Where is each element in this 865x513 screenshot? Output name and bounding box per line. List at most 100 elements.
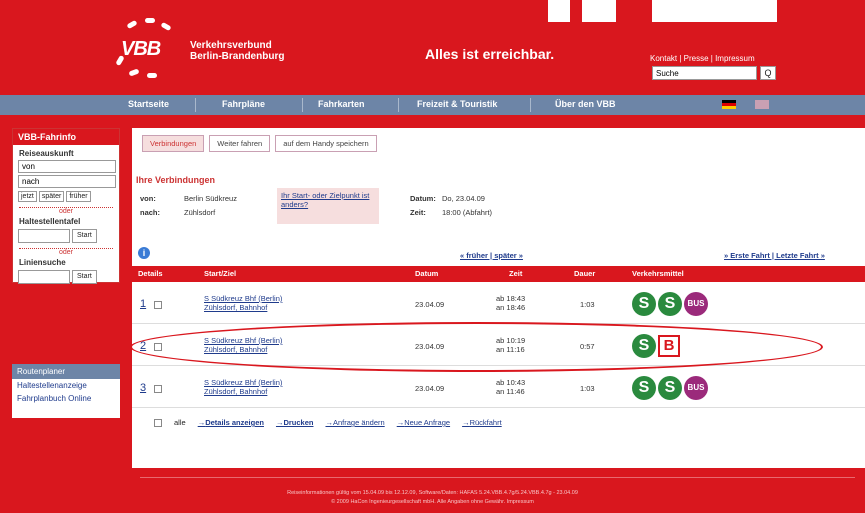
transport-icons: S S BUS bbox=[632, 376, 708, 400]
logo-dot bbox=[145, 18, 155, 23]
header-verkehrsmittel: Verkehrsmittel bbox=[632, 269, 684, 278]
change-request-link[interactable]: →Anfrage ändern bbox=[325, 418, 384, 427]
nav-ueber-vbb[interactable]: Über den VBB bbox=[555, 99, 616, 109]
select-all-label: alle bbox=[174, 418, 186, 427]
org-line1: Verkehrsverbund bbox=[190, 40, 272, 51]
earlier-later-links[interactable]: « früher | später » bbox=[460, 251, 523, 260]
return-trip-label[interactable]: Rückfahrt bbox=[470, 418, 502, 427]
row-departure: ab 10:43 bbox=[496, 378, 526, 387]
fahrinfo-sidebar: VBB-Fahrinfo Reiseauskunft jetzt später … bbox=[12, 128, 120, 284]
date-value: Do, 23.04.09 bbox=[442, 194, 485, 203]
connections-title: Ihre Verbindungen bbox=[136, 175, 216, 185]
result-actions: alle →Details anzeigen →Drucken →Anfrage… bbox=[154, 418, 502, 427]
row-checkbox[interactable] bbox=[154, 301, 162, 309]
nav-fahrplaene[interactable]: Fahrpläne bbox=[222, 99, 265, 109]
line-start-button[interactable]: Start bbox=[72, 270, 97, 284]
header-start-ziel: Start/Ziel bbox=[204, 269, 237, 278]
liniensuche-label: Liniensuche bbox=[19, 258, 66, 267]
bus-icon: BUS bbox=[684, 376, 708, 400]
station-input[interactable] bbox=[18, 229, 70, 243]
header-decor bbox=[548, 0, 570, 22]
from-input[interactable] bbox=[18, 160, 116, 173]
footer-copyright[interactable]: © 2009 HaCon Ingenieurgesellschaft mbH. … bbox=[0, 499, 865, 505]
tab-handy[interactable]: auf dem Handy speichern bbox=[275, 135, 377, 152]
to-value: Zühlsdorf bbox=[184, 208, 216, 217]
row-destination[interactable]: Zühlsdorf, Bahnhof bbox=[204, 303, 282, 312]
nav-fahrkarten[interactable]: Fahrkarten bbox=[318, 99, 365, 109]
now-button[interactable]: jetzt bbox=[18, 191, 37, 202]
org-line2: Berlin-Brandenburg bbox=[190, 51, 285, 62]
to-label: nach: bbox=[140, 208, 161, 217]
nav-startseite[interactable]: Startseite bbox=[128, 99, 169, 109]
new-request-label[interactable]: Neue Anfrage bbox=[404, 418, 450, 427]
nav-freizeit[interactable]: Freizeit & Touristik bbox=[417, 99, 497, 109]
from-label: von: bbox=[140, 194, 156, 203]
tab-weiter-fahren[interactable]: Weiter fahren bbox=[209, 135, 271, 152]
station-start-button[interactable]: Start bbox=[72, 229, 97, 243]
results-panel: Verbindungen Weiter fahren auf dem Handy… bbox=[132, 128, 865, 468]
nav-separator bbox=[398, 98, 399, 112]
row-date: 23.04.09 bbox=[415, 300, 445, 309]
tab-verbindungen[interactable]: Verbindungen bbox=[142, 135, 205, 152]
search-input[interactable] bbox=[652, 66, 757, 80]
row-time: ab 10:43 an 11:46 bbox=[496, 378, 525, 396]
haltestellenanzeige-link[interactable]: Haltestellenanzeige bbox=[12, 379, 120, 392]
row-route[interactable]: S Südkreuz Bhf (Berlin) Zühlsdorf, Bahnh… bbox=[204, 378, 282, 396]
highlight-ellipse bbox=[130, 322, 823, 372]
change-stop-link[interactable]: Ihr Start- oder Zielpunkt ist anders? bbox=[281, 191, 375, 209]
transport-icons: S S BUS bbox=[632, 292, 708, 316]
header-datum: Datum bbox=[415, 269, 439, 278]
later-button[interactable]: später bbox=[38, 191, 65, 202]
footer: Reiseinformationen gültig vom 15.04.09 b… bbox=[0, 480, 865, 513]
info-icon[interactable]: i bbox=[138, 247, 150, 259]
search-button[interactable]: Q bbox=[760, 66, 776, 80]
row-start[interactable]: S Südkreuz Bhf (Berlin) bbox=[204, 378, 282, 387]
logo-text: VBB bbox=[121, 38, 161, 60]
s-bahn-icon: S bbox=[658, 292, 682, 316]
new-request-link[interactable]: →Neue Anfrage bbox=[397, 418, 450, 427]
select-all-checkbox[interactable] bbox=[154, 418, 162, 427]
return-trip-link[interactable]: →Rückfahrt bbox=[462, 418, 502, 427]
slogan: Alles ist erreichbar. bbox=[425, 46, 555, 62]
earlier-button[interactable]: früher bbox=[66, 191, 91, 202]
english-flag-icon[interactable] bbox=[755, 100, 769, 109]
logo-dot bbox=[128, 68, 140, 77]
row-duration: 1:03 bbox=[580, 384, 595, 393]
change-request-label[interactable]: Anfrage ändern bbox=[333, 418, 385, 427]
details-link-label[interactable]: Details anzeigen bbox=[205, 418, 264, 427]
row-checkbox[interactable] bbox=[154, 385, 162, 393]
vbb-logo[interactable]: VBB bbox=[113, 18, 183, 80]
to-input[interactable] bbox=[18, 175, 116, 188]
row-route[interactable]: S Südkreuz Bhf (Berlin) Zühlsdorf, Bahnh… bbox=[204, 294, 282, 312]
header-details: Details bbox=[138, 269, 163, 278]
line-input[interactable] bbox=[18, 270, 70, 284]
details-link[interactable]: →Details anzeigen bbox=[198, 418, 264, 427]
time-label: Zeit: bbox=[410, 208, 426, 217]
header-zeit: Zeit bbox=[509, 269, 523, 278]
liniensuche-row: Start bbox=[18, 270, 119, 284]
row-destination[interactable]: Zühlsdorf, Bahnhof bbox=[204, 387, 282, 396]
haltestellentafel-row: Start bbox=[18, 229, 119, 243]
print-link-label[interactable]: Drucken bbox=[283, 418, 313, 427]
table-row[interactable]: 1 S Südkreuz Bhf (Berlin) Zühlsdorf, Bah… bbox=[132, 284, 865, 324]
fahrplanbuch-link[interactable]: Fahrplanbuch Online bbox=[12, 392, 120, 405]
logo-dot bbox=[147, 73, 157, 78]
s-bahn-icon: S bbox=[632, 292, 656, 316]
row-start[interactable]: S Südkreuz Bhf (Berlin) bbox=[204, 294, 282, 303]
routenplaner-link[interactable]: Routenplaner bbox=[12, 364, 120, 379]
change-stop-box: Ihr Start- oder Zielpunkt ist anders? bbox=[277, 188, 379, 224]
time-buttons: jetzt später früher bbox=[18, 191, 119, 202]
german-flag-icon[interactable] bbox=[722, 100, 736, 109]
bus-icon: BUS bbox=[684, 292, 708, 316]
row-arrival: an 11:46 bbox=[496, 387, 525, 396]
top-links[interactable]: Kontakt | Presse | Impressum bbox=[650, 54, 755, 63]
sidebar-links: Routenplaner Haltestellenanzeige Fahrpla… bbox=[12, 364, 120, 418]
print-link[interactable]: →Drucken bbox=[276, 418, 314, 427]
table-row[interactable]: 3 S Südkreuz Bhf (Berlin) Zühlsdorf, Bah… bbox=[132, 368, 865, 408]
header-decor bbox=[582, 0, 616, 22]
row-number[interactable]: 1 bbox=[140, 298, 146, 310]
sidebar-title: VBB-Fahrinfo bbox=[13, 129, 119, 145]
row-number[interactable]: 3 bbox=[140, 382, 146, 394]
row-arrival: an 18:46 bbox=[496, 303, 526, 312]
first-last-links[interactable]: » Erste Fahrt | Letzte Fahrt » bbox=[724, 251, 825, 260]
